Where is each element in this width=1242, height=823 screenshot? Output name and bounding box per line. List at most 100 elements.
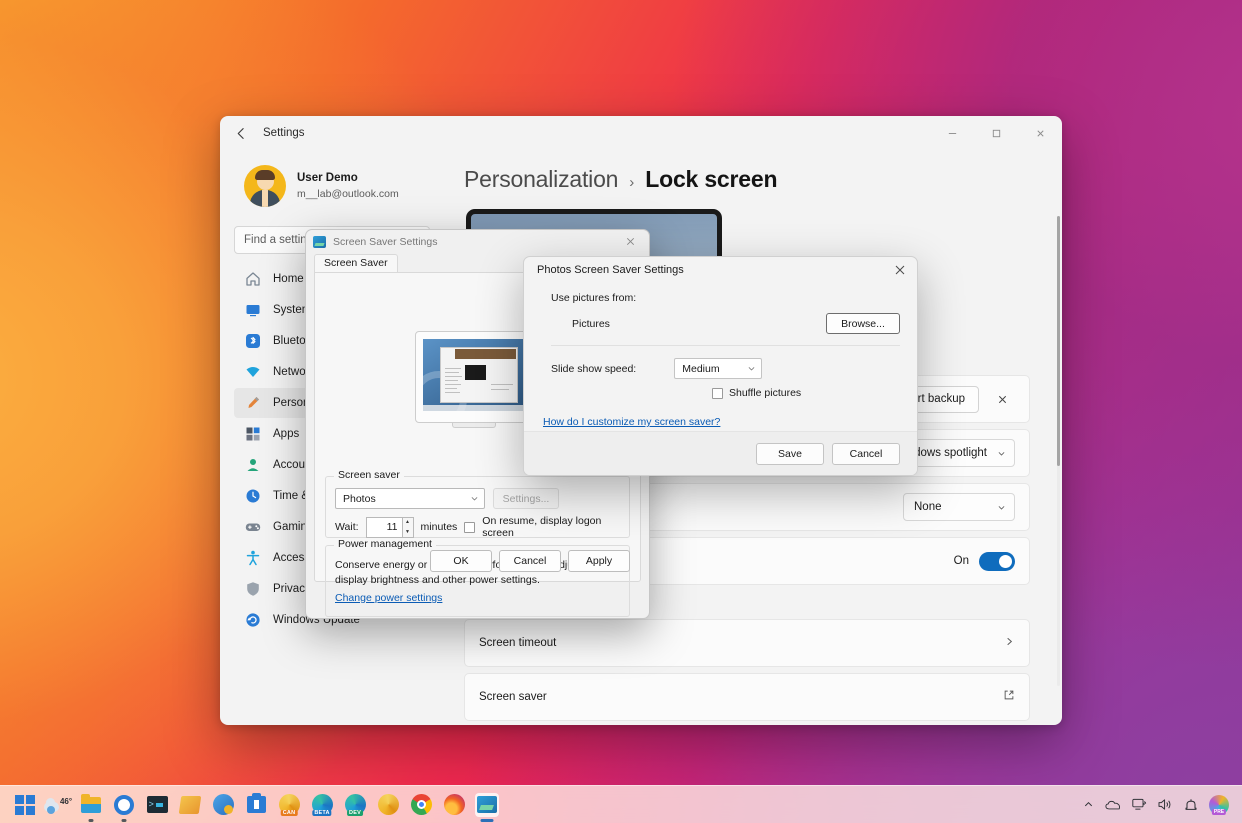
network-wifi-icon — [244, 364, 261, 381]
copilot-badge: PRE — [1212, 809, 1226, 815]
settings-app[interactable] — [112, 793, 136, 817]
photos-dialog-titlebar: Photos Screen Saver Settings — [524, 257, 917, 283]
chrome-browser[interactable] — [409, 793, 433, 817]
accounts-person-icon — [244, 457, 261, 474]
screen-saver-icon — [477, 796, 497, 813]
ok-button[interactable]: OK — [430, 550, 492, 572]
powershell-ise[interactable] — [178, 793, 202, 817]
chevron-down-icon — [997, 449, 1006, 458]
sign-in-picture-toggle[interactable] — [979, 552, 1015, 571]
close-button[interactable] — [1018, 116, 1062, 150]
pictures-folder-value: Pictures — [572, 318, 610, 330]
related-label: Screen saver — [479, 691, 547, 703]
weather-widget[interactable]: 46° — [46, 793, 70, 817]
minimize-button[interactable] — [930, 116, 974, 150]
cancel-button[interactable]: Cancel — [832, 443, 900, 465]
sidebar-label: Home — [273, 273, 304, 285]
breadcrumb: Personalization › Lock screen — [464, 166, 1030, 193]
dropdown-value: None — [914, 501, 942, 513]
shield-icon — [244, 581, 261, 598]
firefox-browser[interactable] — [442, 793, 466, 817]
customize-screen-saver-link[interactable]: How do I customize my screen saver? — [543, 416, 720, 428]
toolbox-app[interactable] — [244, 793, 268, 817]
screen-saver-group-legend: Screen saver — [334, 469, 404, 481]
edge-beta-icon: BETA — [312, 794, 333, 815]
screen-saver-app[interactable] — [475, 793, 499, 817]
scrollbar-thumb[interactable] — [1057, 216, 1060, 466]
close-icon[interactable] — [883, 257, 917, 283]
screen-saver-dialog-titlebar: Screen Saver Settings — [306, 230, 649, 253]
chevron-right-icon — [1004, 634, 1015, 652]
on-resume-label: On resume, display logon screen — [482, 515, 629, 539]
speaker-icon[interactable] — [1158, 798, 1173, 811]
edge-dev[interactable]: DEV — [343, 793, 367, 817]
save-button[interactable]: Save — [756, 443, 824, 465]
close-icon[interactable] — [989, 386, 1015, 412]
close-icon[interactable] — [615, 231, 645, 253]
edge-icon — [378, 794, 399, 815]
maximize-button[interactable] — [974, 116, 1018, 150]
stepper-down-icon[interactable]: ▼ — [403, 527, 413, 537]
cancel-button[interactable]: Cancel — [499, 550, 561, 572]
start-button[interactable] — [13, 793, 37, 817]
tab-screen-saver[interactable]: Screen Saver — [314, 254, 398, 272]
network-icon[interactable] — [1132, 798, 1147, 811]
power-management-legend: Power management — [334, 538, 436, 550]
photos-dialog-body: Use pictures from: Pictures Browse... Sl… — [524, 283, 917, 433]
related-label: Screen timeout — [479, 637, 556, 649]
taskbar-items: 46° > CAN BETA DEV — [0, 793, 499, 817]
related-screen-saver[interactable]: Screen saver — [464, 673, 1030, 721]
cloud-icon[interactable] — [1105, 798, 1121, 811]
apply-button[interactable]: Apply — [568, 550, 630, 572]
on-resume-checkbox[interactable] — [464, 522, 475, 533]
edge-browser[interactable] — [376, 793, 400, 817]
slide-show-speed-value: Medium — [682, 363, 719, 375]
user-profile[interactable]: User Demo m__lab@outlook.com — [230, 150, 434, 214]
screen-saver-settings-button[interactable]: Settings... — [493, 488, 559, 509]
window-controls — [930, 116, 1062, 150]
wait-minutes-input[interactable] — [366, 517, 402, 538]
photos-screen-saver-settings-dialog: Photos Screen Saver Settings Use picture… — [523, 256, 918, 476]
terminal-app[interactable]: > — [145, 793, 169, 817]
windows-update-icon — [244, 612, 261, 629]
toolbox-icon — [247, 796, 266, 813]
teams-app[interactable] — [211, 793, 235, 817]
copilot-icon[interactable]: PRE — [1209, 795, 1229, 815]
edge-dev-icon: DEV — [345, 794, 366, 815]
teams-icon — [213, 794, 234, 815]
slide-show-speed-dropdown[interactable]: Medium — [674, 358, 762, 379]
wait-minutes-stepper[interactable]: ▲ ▼ — [366, 517, 414, 538]
breadcrumb-parent[interactable]: Personalization — [464, 166, 618, 193]
bell-icon[interactable] — [1184, 798, 1198, 812]
back-button[interactable] — [226, 119, 256, 147]
system-monitor-icon — [244, 302, 261, 319]
edge-canary-badge: CAN — [281, 810, 298, 816]
chevron-up-icon[interactable] — [1083, 799, 1094, 810]
file-explorer[interactable] — [79, 793, 103, 817]
content-scrollbar[interactable] — [1057, 216, 1060, 686]
firefox-icon — [444, 794, 465, 815]
profile-email: m__lab@outlook.com — [297, 187, 399, 201]
shuffle-pictures-label: Shuffle pictures — [729, 387, 801, 399]
screen-saver-app-icon — [313, 236, 326, 248]
minutes-label: minutes — [421, 521, 458, 533]
screen-saver-select[interactable]: Photos — [335, 488, 485, 509]
change-power-settings-link[interactable]: Change power settings — [335, 592, 442, 604]
breadcrumb-separator: › — [629, 174, 634, 191]
gaming-controller-icon — [244, 519, 261, 536]
browse-button[interactable]: Browse... — [826, 313, 900, 334]
stepper-up-icon[interactable]: ▲ — [403, 518, 413, 528]
related-screen-timeout[interactable]: Screen timeout — [464, 619, 1030, 667]
edge-beta[interactable]: BETA — [310, 793, 334, 817]
profile-name: User Demo — [297, 171, 399, 187]
edge-dev-badge: DEV — [347, 810, 363, 816]
lock-screen-status-dropdown[interactable]: None — [903, 493, 1015, 521]
weather-cloud-icon: 46° — [44, 797, 72, 812]
use-pictures-from-label: Use pictures from: — [551, 292, 636, 304]
edge-canary[interactable]: CAN — [277, 793, 301, 817]
terminal-icon: > — [147, 796, 168, 813]
home-icon — [244, 271, 261, 288]
shuffle-pictures-checkbox[interactable] — [712, 388, 723, 399]
wait-label: Wait: — [335, 521, 359, 533]
desktop: Settings — [0, 0, 1242, 823]
